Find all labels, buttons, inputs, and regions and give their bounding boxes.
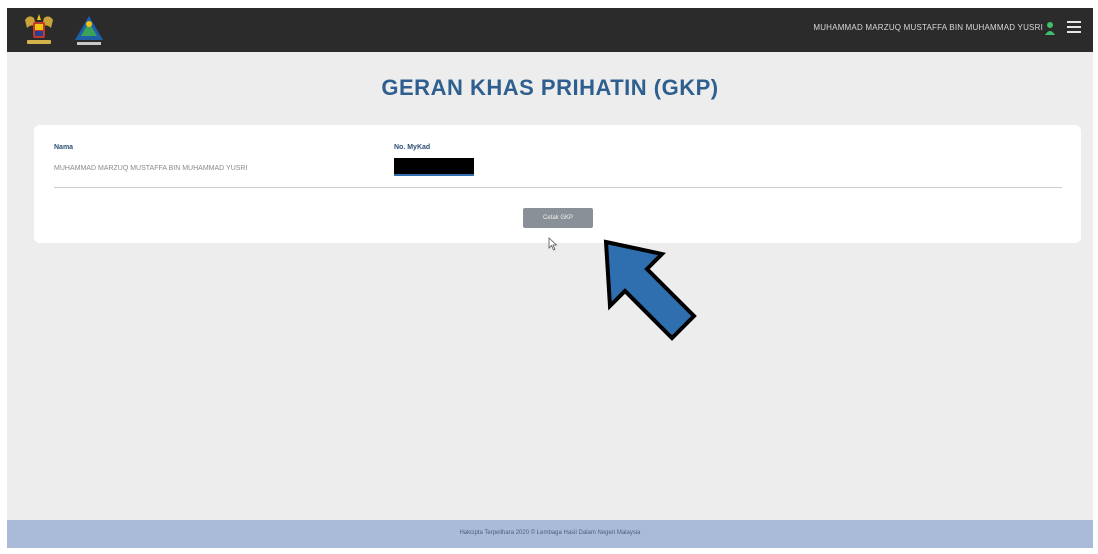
menu-icon-bar (1067, 26, 1081, 28)
logged-in-user-name[interactable]: MUHAMMAD MARZUQ MUSTAFFA BIN MUHAMMAD YU… (813, 23, 1043, 32)
cetak-gkp-button[interactable]: Cetak GKP (523, 208, 593, 228)
user-icon[interactable] (1045, 21, 1055, 35)
nama-value: MUHAMMAD MARZUQ MUSTAFFA BIN MUHAMMAD YU… (54, 165, 248, 172)
menu-icon-bar (1067, 31, 1081, 33)
divider (54, 187, 1062, 188)
nama-label: Nama (54, 144, 74, 151)
page-footer: Hakcipta Terpelihara 2020 © Lembaga Hasi… (7, 520, 1093, 548)
menu-icon[interactable] (1067, 21, 1081, 35)
menu-icon-bar (1067, 21, 1081, 23)
mykad-label: No. MyKad (394, 144, 431, 151)
lhdn-logo[interactable] (69, 12, 109, 48)
footer-copyright: Hakcipta Terpelihara 2020 © Lembaga Hasi… (459, 530, 641, 536)
coat-of-arms-logo[interactable] (19, 12, 59, 48)
top-navbar: MUHAMMAD MARZUQ MUSTAFFA BIN MUHAMMAD YU… (7, 8, 1093, 52)
browser-viewport: MUHAMMAD MARZUQ MUSTAFFA BIN MUHAMMAD YU… (7, 8, 1093, 548)
profile-card: Nama MUHAMMAD MARZUQ MUSTAFFA BIN MUHAMM… (34, 125, 1081, 243)
mouse-cursor-icon (548, 237, 558, 251)
page-title: GERAN KHAS PRIHATIN (GKP) (381, 75, 719, 100)
annotation-arrow-icon (603, 239, 697, 341)
mykad-value-redacted (394, 158, 474, 176)
